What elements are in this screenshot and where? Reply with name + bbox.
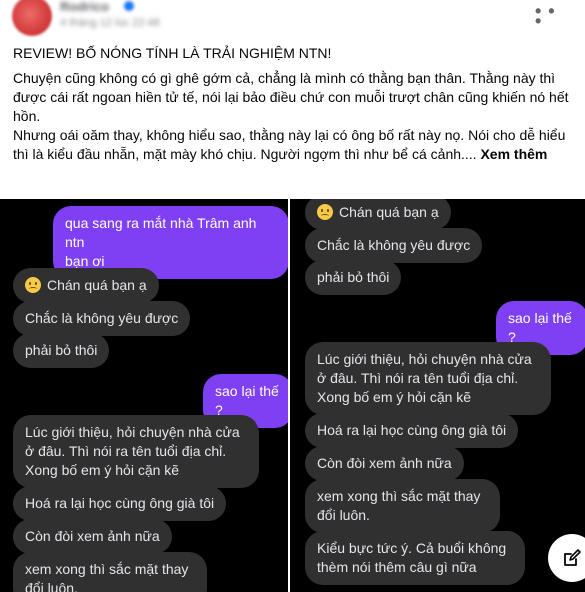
sad-face-emoji-icon bbox=[25, 277, 41, 293]
chat-bubble-incoming: xem xong thì sắc mặt thay đổi luôn. bbox=[305, 479, 500, 533]
chat-bubble-incoming: phải bỏ thôi bbox=[13, 333, 110, 368]
chat-panel-right: Chán quá bạn ạ Chắc là không yêu được ph… bbox=[290, 199, 585, 592]
chat-bubble-incoming: Lúc giới thiệu, hỏi chuyện nhà cửa ở đâu… bbox=[13, 415, 259, 488]
facebook-post: Rodrico 4 tháng 12 lúc 22:48 • • • REVIE… bbox=[0, 0, 585, 592]
post-timestamp[interactable]: 4 tháng 12 lúc 22:48 bbox=[60, 17, 160, 29]
post-paragraph: Nhưng oái oăm thay, không hiểu sao, thằn… bbox=[13, 126, 573, 164]
post-paragraph: Chuyện cũng không có gì ghê gớm cả, chẳn… bbox=[13, 70, 569, 124]
chat-bubble-incoming: Còn đòi xem ảnh nữa bbox=[13, 519, 172, 554]
post-header: Rodrico 4 tháng 12 lúc 22:48 • • • bbox=[0, 0, 585, 40]
chat-bubble-incoming: Chắc là không yêu được bbox=[13, 301, 191, 336]
chat-bubble-incoming: Chắc là không yêu được bbox=[305, 228, 483, 263]
chat-panel-left: qua sang ra mắt nhà Trâm anh ntn bạn ơi … bbox=[0, 199, 288, 592]
post-image-chat-screenshot[interactable]: qua sang ra mắt nhà Trâm anh ntn bạn ơi … bbox=[0, 199, 585, 592]
verified-badge-icon bbox=[124, 1, 134, 11]
sad-face-emoji-icon bbox=[317, 204, 333, 220]
chat-bubble-incoming: Lúc giới thiệu, hỏi chuyện nhà cửa ở đâu… bbox=[305, 342, 551, 415]
chat-bubble-incoming: Còn đòi xem ảnh nữa bbox=[305, 446, 464, 481]
chat-bubble-incoming: Chán quá bạn ạ bbox=[13, 268, 159, 303]
author-avatar[interactable] bbox=[12, 0, 52, 36]
more-options-icon[interactable]: • • • bbox=[535, 2, 557, 30]
chat-bubble-text: Chán quá bạn ạ bbox=[339, 204, 439, 220]
chat-bubble-incoming: phải bỏ thôi bbox=[305, 260, 402, 295]
chat-bubble-incoming: Chán quá bạn ạ bbox=[305, 199, 451, 230]
compose-edit-icon bbox=[564, 549, 581, 566]
post-body: Chuyện cũng không có gì ghê gớm cả, chẳn… bbox=[13, 69, 573, 164]
chat-bubble-text: Chán quá bạn ạ bbox=[47, 277, 147, 293]
chat-bubble-incoming: Kiểu bực tức ý. Cả buổi không thèm nói t… bbox=[305, 531, 525, 585]
post-text: REVIEW! BỐ NÓNG TÍNH LÀ TRẢI NGHIỆM NTN!… bbox=[13, 44, 573, 164]
chat-bubble-incoming: xem xong thì sắc mặt thay đổi luôn. bbox=[13, 552, 207, 592]
chat-bubble-incoming: Hoá ra lại học cùng ông già tôi bbox=[13, 486, 227, 521]
post-title: REVIEW! BỐ NÓNG TÍNH LÀ TRẢI NGHIỆM NTN! bbox=[13, 45, 332, 61]
see-more-link[interactable]: Xem thêm bbox=[480, 146, 547, 162]
chat-bubble-incoming: Hoá ra lại học cùng ông già tôi bbox=[305, 413, 519, 448]
author-name[interactable]: Rodrico bbox=[60, 0, 109, 14]
